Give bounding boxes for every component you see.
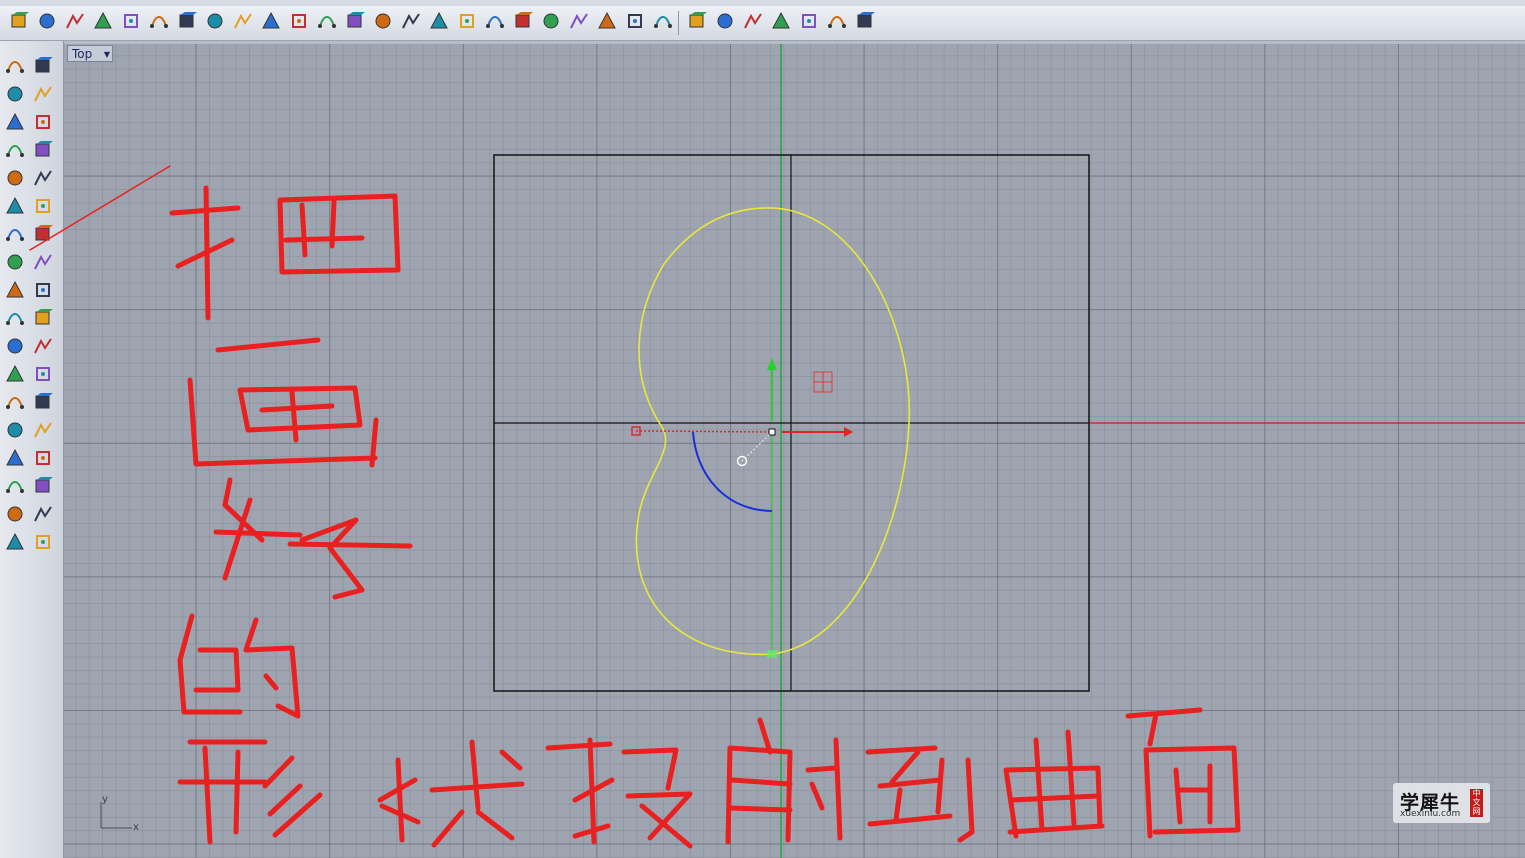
curve-end-point[interactable] bbox=[767, 650, 777, 658]
scale-icon[interactable] bbox=[32, 391, 54, 413]
watermark-url: xuexiniu.com bbox=[1400, 809, 1461, 819]
text-icon[interactable] bbox=[120, 10, 142, 32]
paint-icon[interactable] bbox=[652, 10, 674, 32]
dimension-icon[interactable] bbox=[372, 10, 394, 32]
select-arrow-icon[interactable] bbox=[4, 55, 26, 77]
sphere-icon[interactable] bbox=[32, 223, 54, 245]
prism-icon[interactable] bbox=[512, 10, 534, 32]
curve-icon[interactable] bbox=[64, 10, 86, 32]
ellipse-icon[interactable] bbox=[32, 111, 54, 133]
circle-icon[interactable] bbox=[4, 111, 26, 133]
grid-array-icon[interactable] bbox=[4, 475, 26, 497]
gumball-x-arrowhead bbox=[844, 427, 853, 437]
rectangle-icon[interactable] bbox=[32, 139, 54, 161]
extrude-icon[interactable] bbox=[484, 10, 506, 32]
undo-icon[interactable] bbox=[92, 10, 114, 32]
arc-icon[interactable] bbox=[4, 167, 26, 189]
cylinder-icon[interactable] bbox=[4, 251, 26, 273]
triangle-icon[interactable] bbox=[4, 139, 26, 161]
transform-icon[interactable] bbox=[32, 419, 54, 441]
arrow-flag-icon[interactable] bbox=[316, 10, 338, 32]
render-icon[interactable] bbox=[32, 335, 54, 357]
render-icon[interactable] bbox=[428, 10, 450, 32]
shape-icon[interactable] bbox=[4, 531, 26, 553]
project-icon[interactable] bbox=[4, 503, 26, 525]
surface-corner-icon[interactable] bbox=[4, 195, 26, 217]
toolbar-separator bbox=[678, 11, 679, 35]
link-icon[interactable] bbox=[624, 10, 646, 32]
split-icon[interactable] bbox=[32, 307, 54, 329]
group-icon[interactable] bbox=[400, 10, 422, 32]
line-icon[interactable] bbox=[36, 10, 58, 32]
left-toolbar bbox=[0, 41, 64, 858]
text-tool-icon[interactable] bbox=[4, 391, 26, 413]
axis-icon-x-label: x bbox=[133, 822, 139, 833]
axis-icon-y-label: y bbox=[102, 794, 108, 805]
globe-icon[interactable] bbox=[686, 10, 708, 32]
point-icon[interactable] bbox=[8, 10, 30, 32]
curve-edit-icon[interactable] bbox=[4, 363, 26, 385]
trim-icon[interactable] bbox=[4, 307, 26, 329]
sphere-icon[interactable] bbox=[456, 10, 478, 32]
layer-icon[interactable] bbox=[204, 10, 226, 32]
top-viewport[interactable]: y x bbox=[64, 44, 1525, 858]
chevron-down-icon[interactable]: ▼ bbox=[104, 46, 110, 63]
polygon-select-icon[interactable] bbox=[32, 83, 54, 105]
point-icon[interactable] bbox=[32, 55, 54, 77]
spiral-icon[interactable] bbox=[568, 10, 590, 32]
box-icon[interactable] bbox=[4, 223, 26, 245]
rebuild-icon[interactable] bbox=[32, 363, 54, 385]
check-icon[interactable] bbox=[32, 503, 54, 525]
shear-icon[interactable] bbox=[540, 10, 562, 32]
chart-icon[interactable] bbox=[770, 10, 792, 32]
gumball-dotted-line bbox=[635, 430, 773, 433]
watermark-logo: 学犀牛 xuexiniu.com 中文网 bbox=[1393, 783, 1490, 823]
camera-icon[interactable] bbox=[596, 10, 618, 32]
array-icon[interactable] bbox=[4, 419, 26, 441]
shade-icon[interactable] bbox=[4, 335, 26, 357]
layer-icon[interactable] bbox=[32, 475, 54, 497]
zoom-icon[interactable] bbox=[826, 10, 848, 32]
boolean-icon[interactable] bbox=[4, 279, 26, 301]
viewport-title-tab[interactable]: Top ▼ bbox=[67, 45, 113, 62]
color-wheel-icon[interactable] bbox=[176, 10, 198, 32]
fillet-icon[interactable] bbox=[32, 167, 54, 189]
paint-icon[interactable] bbox=[32, 531, 54, 553]
watermark-seal: 中文网 bbox=[1470, 789, 1483, 817]
hatch-icon[interactable] bbox=[344, 10, 366, 32]
viewport-title: Top bbox=[72, 47, 93, 61]
gumball-y-arrowhead bbox=[767, 358, 777, 370]
dot-pattern-icon[interactable] bbox=[260, 10, 282, 32]
box-icon[interactable] bbox=[148, 10, 170, 32]
solid-icon[interactable] bbox=[4, 447, 26, 469]
polyline-icon[interactable] bbox=[4, 83, 26, 105]
explode-icon[interactable] bbox=[32, 279, 54, 301]
brush-icon[interactable] bbox=[798, 10, 820, 32]
plane-icon[interactable] bbox=[32, 251, 54, 273]
filter-icon[interactable] bbox=[854, 10, 876, 32]
cube-icon[interactable] bbox=[714, 10, 736, 32]
viewport-scene: y x bbox=[100, 44, 1525, 858]
gear-icon[interactable] bbox=[742, 10, 764, 32]
surface-sweep-icon[interactable] bbox=[32, 195, 54, 217]
main-toolbar bbox=[0, 6, 1525, 41]
snap-icon[interactable] bbox=[232, 10, 254, 32]
gumball-rotate-guide bbox=[741, 431, 773, 462]
dimension-icon[interactable] bbox=[32, 447, 54, 469]
material-icon[interactable] bbox=[288, 10, 310, 32]
